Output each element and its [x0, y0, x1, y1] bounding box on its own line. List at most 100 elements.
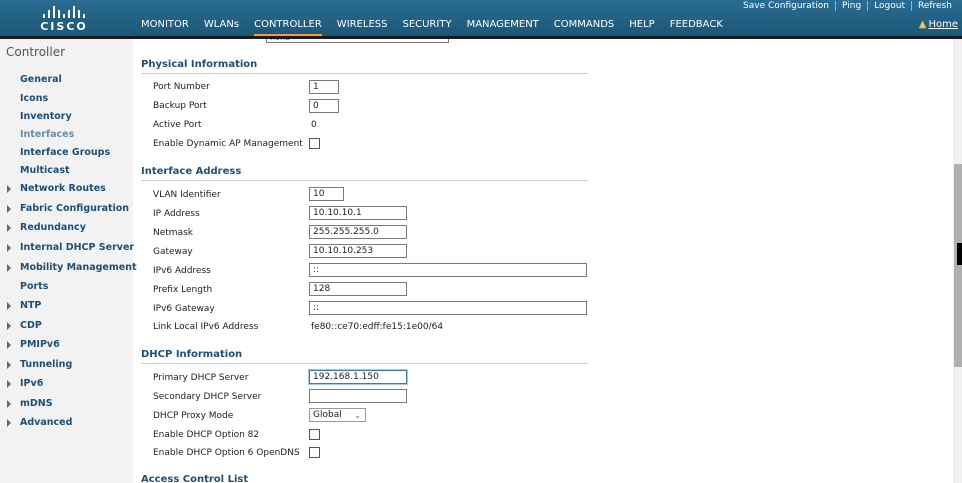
sidebar-item-mobility-management[interactable]: Mobility Management [7, 262, 137, 273]
dhcp-option82-checkbox[interactable] [309, 429, 320, 440]
cisco-logo: CISCO [34, 3, 94, 33]
sidebar-item-label: Tunneling [20, 359, 73, 370]
sidebar-item-advanced[interactable]: Advanced [7, 417, 73, 428]
sidebar-item-interfaces[interactable]: Interfaces [20, 129, 74, 140]
gateway-input[interactable]: 10.10.10.253 [309, 244, 407, 258]
vlan-identifier-input[interactable]: 10 [309, 187, 344, 201]
chevron-down-icon: ⌄ [354, 411, 361, 420]
sidebar-item-redundancy[interactable]: Redundancy [7, 222, 86, 233]
vlan-identifier-label: VLAN Identifier [153, 190, 221, 200]
secondary-dhcp-input[interactable] [309, 389, 407, 403]
gateway-label: Gateway [153, 247, 193, 257]
nav-wlans[interactable]: WLANs [204, 19, 239, 34]
dhcp-option6-checkbox[interactable] [309, 447, 320, 458]
nav-wireless[interactable]: WIRELESS [337, 19, 388, 34]
main-content: none Physical Information Port Number 1 … [133, 39, 953, 483]
nav-security[interactable]: SECURITY [402, 19, 451, 34]
port-number-input[interactable]: 1 [309, 80, 339, 94]
prefix-length-input[interactable]: 128 [309, 282, 407, 296]
expand-arrow-icon[interactable] [7, 264, 11, 272]
sidebar-item-label: Multicast [20, 165, 70, 176]
sidebar-item-label: IPv6 [20, 378, 44, 389]
mouse-cursor-icon [957, 243, 962, 265]
sidebar-item-network-routes[interactable]: Network Routes [7, 183, 106, 194]
sidebar-item-internal-dhcp-server[interactable]: Internal DHCP Server [7, 242, 134, 253]
nav-monitor[interactable]: MONITOR [141, 19, 189, 34]
expand-arrow-icon[interactable] [7, 341, 11, 349]
sidebar: Controller General Icons Inventory Interfac… [0, 39, 137, 483]
sidebar-item-tunneling[interactable]: Tunneling [7, 359, 73, 370]
dhcp-option82-label: Enable DHCP Option 82 [153, 430, 260, 440]
sidebar-title: Controller [6, 45, 66, 59]
home-icon: ▲ [918, 19, 927, 30]
main-nav: MONITOR WLANs CONTROLLER WIRELESS SECURI… [141, 19, 738, 37]
sidebar-item-label: PMIPv6 [20, 339, 60, 350]
nav-management[interactable]: MANAGEMENT [467, 19, 539, 34]
expand-arrow-icon[interactable] [7, 419, 11, 427]
expand-arrow-icon[interactable] [7, 244, 11, 252]
scrollbar-thumb[interactable] [954, 164, 962, 367]
sidebar-item-label: Ports [20, 281, 49, 292]
sidebar-item-ntp[interactable]: NTP [7, 300, 42, 311]
sidebar-item-label: mDNS [20, 398, 53, 409]
logout-link[interactable]: Logout [867, 1, 911, 11]
nav-help[interactable]: HELP [629, 19, 654, 34]
refresh-link[interactable]: Refresh [911, 1, 958, 11]
link-local-label: Link Local IPv6 Address [153, 322, 259, 332]
backup-port-label: Backup Port [153, 101, 207, 111]
secondary-dhcp-label: Secondary DHCP Server [153, 392, 262, 402]
section-interface-address: Interface Address [141, 166, 588, 181]
dhcp-proxy-value: Global [313, 410, 342, 420]
sidebar-item-label: NTP [20, 300, 42, 311]
sidebar-item-ports[interactable]: Ports [20, 281, 48, 292]
primary-dhcp-input[interactable]: 192.168.1.150 [309, 370, 407, 384]
home-link[interactable]: ▲ Home [919, 19, 958, 30]
nav-commands[interactable]: COMMANDS [554, 19, 614, 34]
ipv6-gateway-input[interactable]: :: [309, 301, 587, 315]
expand-arrow-icon[interactable] [7, 400, 11, 408]
netmask-input[interactable]: 255.255.255.0 [309, 225, 407, 239]
active-port-value: 0 [311, 120, 317, 130]
save-configuration-link[interactable]: Save Configuration [737, 1, 835, 11]
ip-address-input[interactable]: 10.10.10.1 [309, 206, 407, 220]
ping-link[interactable]: Ping [835, 1, 867, 11]
ip-address-label: IP Address [153, 209, 200, 219]
sidebar-item-interface-groups[interactable]: Interface Groups [20, 147, 110, 158]
dhcp-option6-label: Enable DHCP Option 6 OpenDNS [153, 448, 300, 458]
sidebar-item-cdp[interactable]: CDP [7, 320, 42, 331]
sidebar-item-mdns[interactable]: mDNS [7, 398, 53, 409]
expand-arrow-icon[interactable] [7, 185, 11, 193]
prefix-length-label: Prefix Length [153, 285, 213, 295]
section-access-control-list: Access Control List [141, 474, 588, 483]
sidebar-item-fabric-configuration[interactable]: Fabric Configuration [7, 203, 129, 214]
sidebar-item-ipv6[interactable]: IPv6 [7, 378, 44, 389]
nav-controller[interactable]: CONTROLLER [254, 19, 322, 37]
home-label: Home [928, 19, 958, 30]
sidebar-item-icons[interactable]: Icons [20, 93, 48, 104]
expand-arrow-icon[interactable] [7, 361, 11, 369]
sidebar-item-pmipv6[interactable]: PMIPv6 [7, 339, 60, 350]
cut-off-field[interactable]: none [266, 39, 449, 43]
expand-arrow-icon[interactable] [7, 322, 11, 330]
nav-feedback[interactable]: FEEDBACK [670, 19, 723, 34]
sidebar-item-label: Inventory [20, 111, 72, 122]
expand-arrow-icon[interactable] [7, 205, 11, 213]
dhcp-proxy-select[interactable]: Global ⌄ [309, 408, 366, 422]
sidebar-item-label: Advanced [20, 417, 73, 428]
expand-arrow-icon[interactable] [7, 302, 11, 310]
dynamic-ap-checkbox[interactable] [309, 138, 320, 149]
sidebar-item-label: Redundancy [20, 222, 86, 233]
sidebar-item-inventory[interactable]: Inventory [20, 111, 72, 122]
sidebar-item-general[interactable]: General [20, 74, 62, 85]
expand-arrow-icon[interactable] [7, 224, 11, 232]
sidebar-item-multicast[interactable]: Multicast [20, 165, 70, 176]
section-physical-information: Physical Information [141, 59, 588, 74]
netmask-label: Netmask [153, 228, 193, 238]
ipv6-address-input[interactable]: :: [309, 263, 587, 277]
backup-port-input[interactable]: 0 [309, 99, 339, 113]
expand-arrow-icon[interactable] [7, 380, 11, 388]
section-dhcp-information: DHCP Information [141, 349, 588, 364]
top-bar: CISCO Save Configuration Ping Logout Ref… [0, 0, 962, 37]
link-local-value: fe80::ce70:edff:fe15:1e00/64 [311, 322, 444, 332]
port-number-label: Port Number [153, 82, 210, 92]
